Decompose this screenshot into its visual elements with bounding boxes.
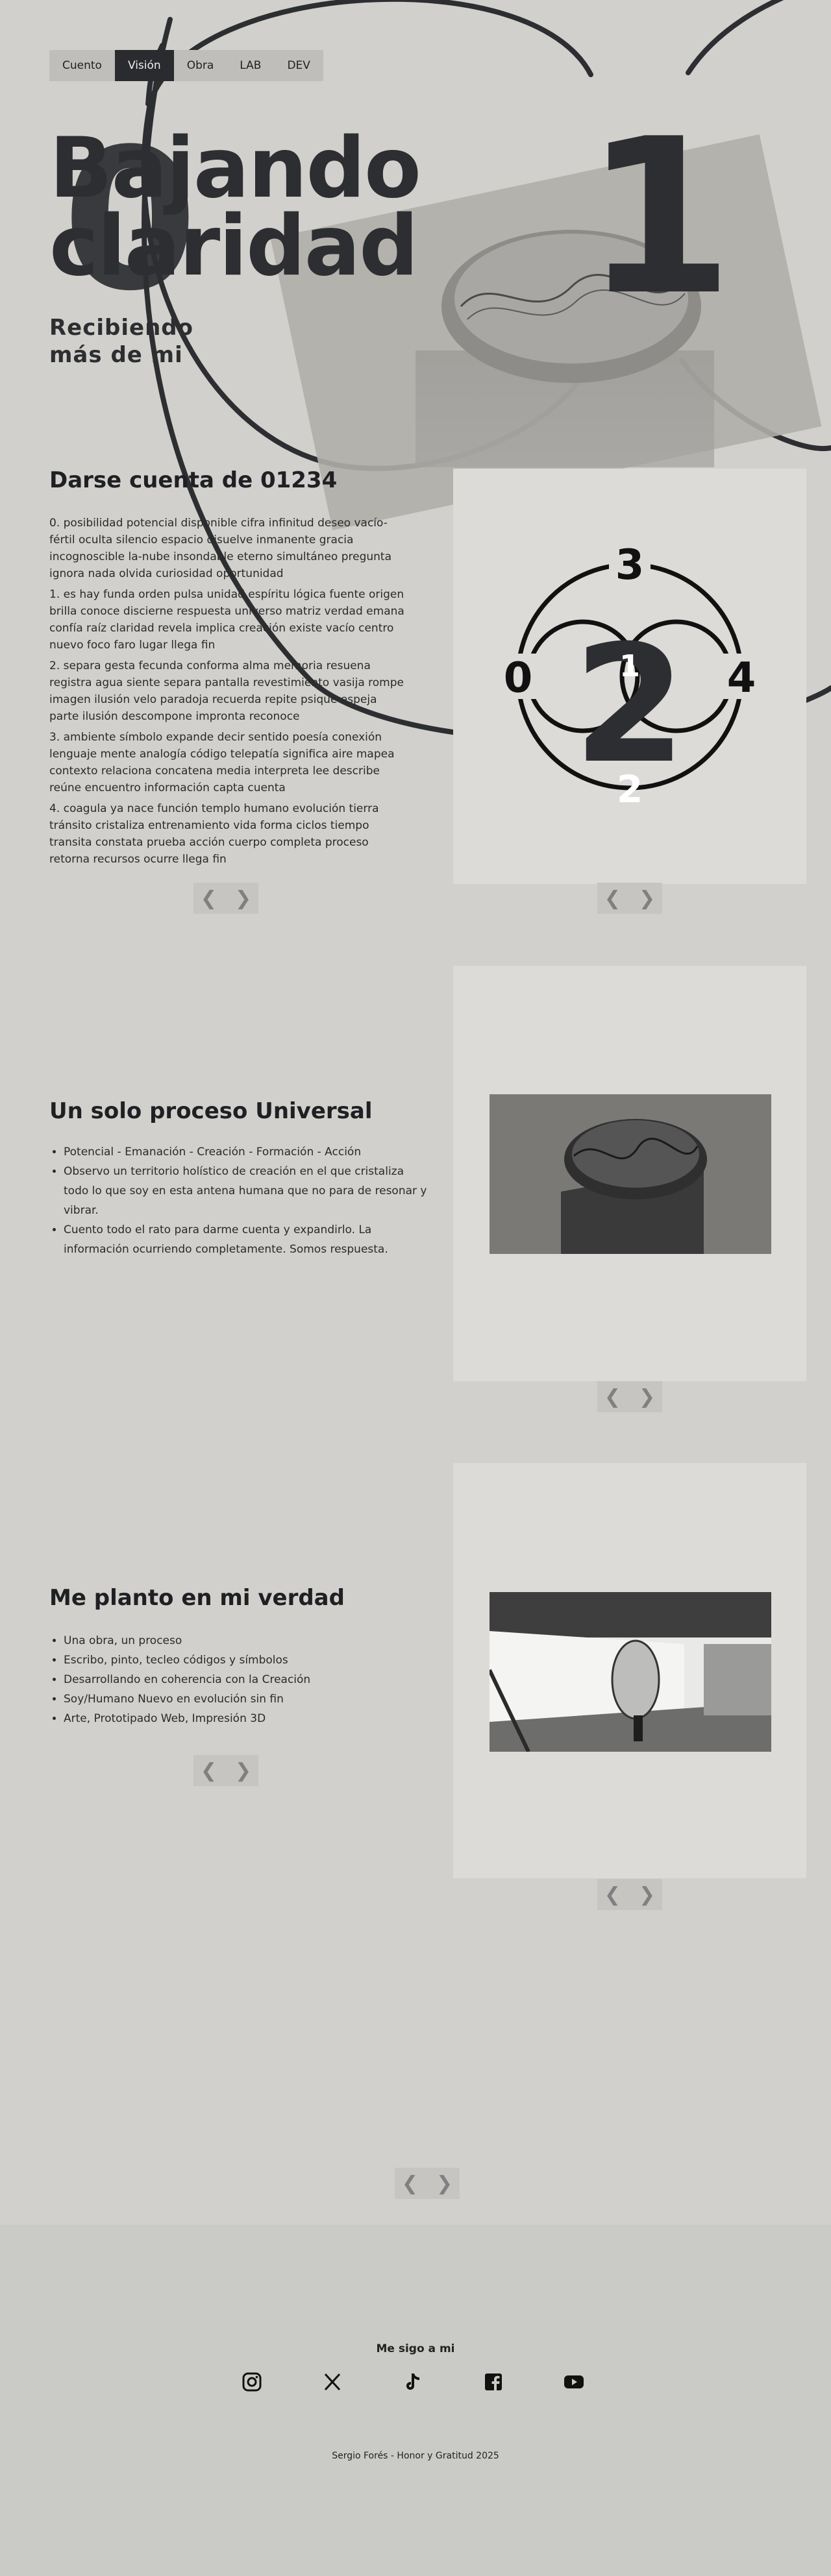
section3-text-pager: ❮ ❯ <box>193 1755 258 1786</box>
list-item: Cuento todo el rato para darme cuenta y … <box>64 1220 427 1259</box>
section1-paragraph: 1. es hay funda orden pulsa unidad espír… <box>49 588 404 652</box>
hero-subtitle: Recibiendo más de mi <box>49 314 193 369</box>
section1-text-pager: ❮ ❯ <box>193 883 258 914</box>
section3-image-pager: ❮ ❯ <box>597 1879 662 1910</box>
page-pager: ❮ ❯ <box>395 2168 460 2199</box>
hero-subtitle-line-2: más de mi <box>49 342 183 368</box>
prev-arrow-icon[interactable]: ❮ <box>201 1760 217 1782</box>
section2-image-pager: ❮ ❯ <box>597 1381 662 1412</box>
diagram-number-3: 3 <box>615 541 645 589</box>
list-item: Arte, Prototipado Web, Impresión 3D <box>64 1709 427 1728</box>
section1-paragraph: 4. coagula ya nace función templo humano… <box>49 802 379 866</box>
tiktok-icon[interactable] <box>401 2370 425 2394</box>
section2-list: Potencial - Emanación - Creación - Forma… <box>49 1142 427 1259</box>
x-icon[interactable] <box>321 2370 344 2394</box>
next-arrow-icon[interactable]: ❯ <box>639 887 655 910</box>
numbers-diagram: 2 3 0 1 4 2 <box>499 540 761 811</box>
footer-credit: Sergio Forés - Honor y Gratitud 2025 <box>332 2451 499 2461</box>
prev-arrow-icon[interactable]: ❮ <box>402 2172 418 2195</box>
next-arrow-icon[interactable]: ❯ <box>436 2172 453 2195</box>
diagram-number-1: 1 <box>619 648 640 683</box>
prev-arrow-icon[interactable]: ❮ <box>604 1386 621 1408</box>
section3-list: Una obra, un proceso Escribo, pinto, tec… <box>49 1631 427 1728</box>
list-item: Desarrollando en coherencia con la Creac… <box>64 1670 427 1689</box>
section1-title: Darse cuenta de 01234 <box>49 467 338 493</box>
diagram-number-0: 0 <box>504 654 533 702</box>
section1-paragraph: 0. posibilidad potencial disponible cifr… <box>49 517 392 580</box>
list-item: Escribo, pinto, tecleo códigos y símbolo… <box>64 1650 427 1670</box>
nav-item-lab[interactable]: LAB <box>227 50 274 81</box>
top-nav: Cuento Visión Obra LAB DEV <box>49 50 323 81</box>
next-arrow-icon[interactable]: ❯ <box>235 887 251 910</box>
section1-paragraph: 2. separa gesta fecunda conforma alma me… <box>49 659 404 723</box>
next-arrow-icon[interactable]: ❯ <box>639 1883 655 1906</box>
prev-arrow-icon[interactable]: ❮ <box>604 887 621 910</box>
nav-item-cuento[interactable]: Cuento <box>49 50 115 81</box>
social-links <box>240 2370 586 2394</box>
list-item: Soy/Humano Nuevo en evolución sin fin <box>64 1689 427 1709</box>
facebook-icon[interactable] <box>482 2370 505 2394</box>
section1-card: 2 3 0 1 4 2 <box>453 469 806 884</box>
nav-item-vision[interactable]: Visión <box>114 50 174 81</box>
follow-label: Me sigo a mi <box>376 2342 455 2355</box>
prev-arrow-icon[interactable]: ❮ <box>604 1883 621 1906</box>
diagram-number-4: 4 <box>727 654 756 702</box>
nav-item-obra[interactable]: Obra <box>174 50 227 81</box>
hero-title: Bajando claridad <box>49 127 421 288</box>
artist-photo <box>490 1592 771 1752</box>
list-item: Una obra, un proceso <box>64 1631 427 1650</box>
hero-subtitle-line-1: Recibiendo <box>49 315 194 341</box>
section1-paragraph: 3. ambiente símbolo expande decir sentid… <box>49 731 395 794</box>
section2-title: Un solo proceso Universal <box>49 1098 373 1124</box>
next-arrow-icon[interactable]: ❯ <box>235 1760 251 1782</box>
instagram-icon[interactable] <box>240 2370 264 2394</box>
next-arrow-icon[interactable]: ❯ <box>639 1386 655 1408</box>
list-item: Observo un territorio holístico de creac… <box>64 1162 427 1220</box>
hero-big-one: 1 <box>584 93 734 342</box>
section1-body: 0. posibilidad potencial disponible cifr… <box>49 515 405 872</box>
prev-arrow-icon[interactable]: ❮ <box>201 887 217 910</box>
nav-item-dev[interactable]: DEV <box>274 50 323 81</box>
youtube-icon[interactable] <box>562 2370 586 2394</box>
section3-title: Me planto en mi verdad <box>49 1585 345 1611</box>
footer <box>0 2225 831 2576</box>
list-item: Potencial - Emanación - Creación - Forma… <box>64 1142 427 1162</box>
diagram-number-2: 2 <box>617 767 643 811</box>
section1-image-pager: ❮ ❯ <box>597 883 662 914</box>
hero-title-line-2: claridad <box>49 198 419 295</box>
sculpture-photo <box>490 1094 771 1254</box>
